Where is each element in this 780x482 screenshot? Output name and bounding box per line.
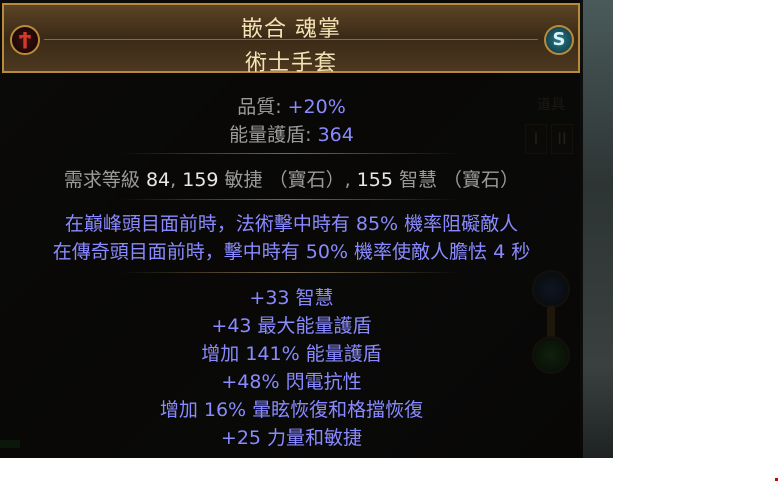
explicit-mod: +43 最大能量護盾 (211, 315, 372, 337)
section-divider (120, 199, 460, 200)
requirement-label: 需求等級 (63, 169, 146, 191)
redeemer-influence-icon: S (544, 25, 574, 55)
required-level: 84 (145, 169, 171, 191)
item-tooltip: Ϯ 嵌合 魂掌 術士手套 S 品質: +20% 能量護盾: 364 需求等級 8… (0, 0, 583, 458)
marker-dot (775, 478, 778, 481)
required-int: 155 (356, 169, 393, 191)
property-value: +20% (287, 96, 346, 118)
quality-property: 品質: +20% (0, 92, 583, 119)
required-dex: 159 (182, 169, 219, 191)
explicit-mod: +48% 閃電抗性 (221, 371, 362, 393)
section-divider (120, 272, 460, 273)
implicit-mod: 在巔峰頭目面前時，法術擊中時有 85% 機率阻礙敵人 (64, 213, 519, 235)
separator: , (344, 169, 357, 191)
energy-shield-property: 能量護盾: 364 (0, 120, 583, 147)
property-value: 364 (317, 124, 354, 146)
inventory-panel-edge (580, 0, 613, 458)
header-divider (44, 39, 538, 40)
item-base-type: 術士手套 (244, 51, 337, 76)
dex-label: 敏捷 （寶石） (218, 169, 345, 191)
explicit-mod: +33 智慧 (249, 287, 334, 309)
int-label: 智慧 （寶石） (392, 169, 520, 191)
implicit-mod: 在傳奇頭目面前時，擊中時有 50% 機率使敵人膽怯 4 秒 (52, 241, 531, 263)
property-label: 能量護盾: (229, 124, 318, 146)
item-header: Ϯ 嵌合 魂掌 術士手套 S (2, 3, 580, 76)
property-label: 品質: (237, 96, 288, 118)
explicit-mod: 增加 141% 能量護盾 (201, 343, 382, 365)
requirements-line: 需求等級 84, 159 敏捷 （寶石）, 155 智慧 （寶石） (0, 165, 583, 192)
explicit-mod: 增加 16% 暈眩恢復和格擋恢復 (159, 399, 424, 421)
separator: , (170, 169, 183, 191)
section-divider (120, 153, 460, 154)
explicit-mod: +25 力量和敏捷 (220, 427, 363, 449)
